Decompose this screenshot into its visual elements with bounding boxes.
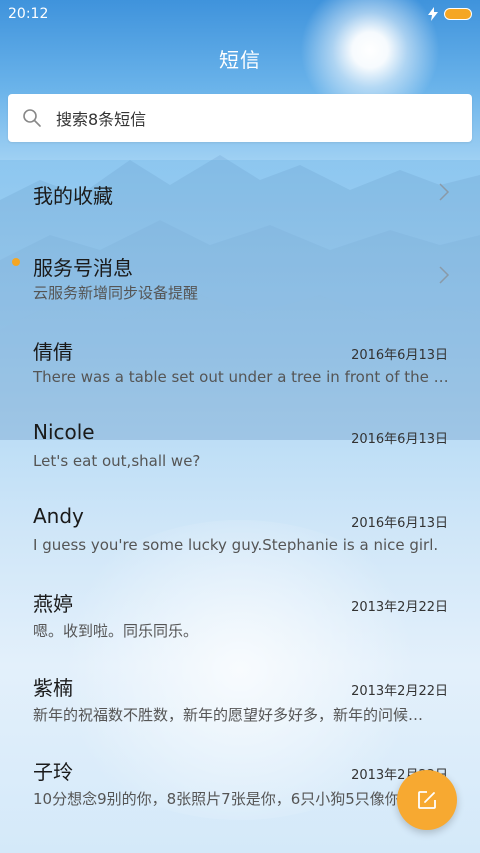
contact-name: 紫楠 [33,676,73,700]
message-date: 2013年2月22日 [351,600,448,615]
conversation-row[interactable]: 紫楠 2013年2月22日 新年的祝福数不胜数，新年的愿望好多好多，新年的问候… [0,654,480,738]
item-name: 服务号消息 [33,256,133,280]
message-preview: I guess you're some lucky guy.Stephanie … [33,536,439,554]
unread-dot [12,258,20,266]
status-time: 20:12 [8,6,49,22]
conversation-row[interactable]: 燕婷 2013年2月22日 嗯。收到啦。同乐同乐。 [0,570,480,654]
message-date: 2016年6月13日 [351,516,448,531]
status-bar: 20:12 [0,0,480,28]
chevron-right-icon [439,183,450,201]
message-date: 2013年2月22日 [351,684,448,699]
item-name: 我的收藏 [33,184,113,208]
message-preview: Let's eat out,shall we? [33,452,201,470]
compose-button[interactable] [397,770,457,830]
conversation-row[interactable]: 倩倩 2016年6月13日 There was a table set out … [0,318,480,402]
compose-icon [418,791,436,809]
message-date: 2016年6月13日 [351,432,448,447]
conversation-row[interactable]: Andy 2016年6月13日 I guess you're some luck… [0,486,480,570]
contact-name: 倩倩 [33,340,73,364]
search-placeholder: 搜索8条短信 [56,110,147,129]
message-date: 2016年6月13日 [351,348,448,363]
search-icon [23,109,41,127]
chevron-right-icon [439,266,450,284]
contact-name: 燕婷 [33,592,73,616]
contact-name: Nicole [33,420,95,444]
contact-name: Andy [33,504,84,528]
page-title: 短信 [219,48,261,72]
conversation-list: 我的收藏 服务号消息 云服务新增同步设备提醒 倩倩 2016年6月13日 The… [0,150,480,822]
conversation-row[interactable]: Nicole 2016年6月13日 Let's eat out,shall we… [0,402,480,486]
list-item-favorites[interactable]: 我的收藏 [0,150,480,234]
battery-icon [444,8,472,20]
message-preview: 新年的祝福数不胜数，新年的愿望好多好多，新年的问候… [33,706,424,724]
item-preview: 云服务新增同步设备提醒 [33,284,199,302]
contact-name: 子玲 [33,760,73,784]
message-preview: 嗯。收到啦。同乐同乐。 [33,622,199,640]
message-preview: 10分想念9别的你，8张照片7张是你，6只小狗5只像你… [33,790,415,808]
message-preview: There was a table set out under a tree i… [33,368,453,386]
search-bar[interactable]: 搜索8条短信 [8,94,472,142]
list-item-service-messages[interactable]: 服务号消息 云服务新增同步设备提醒 [0,234,480,318]
charging-icon [428,7,438,21]
